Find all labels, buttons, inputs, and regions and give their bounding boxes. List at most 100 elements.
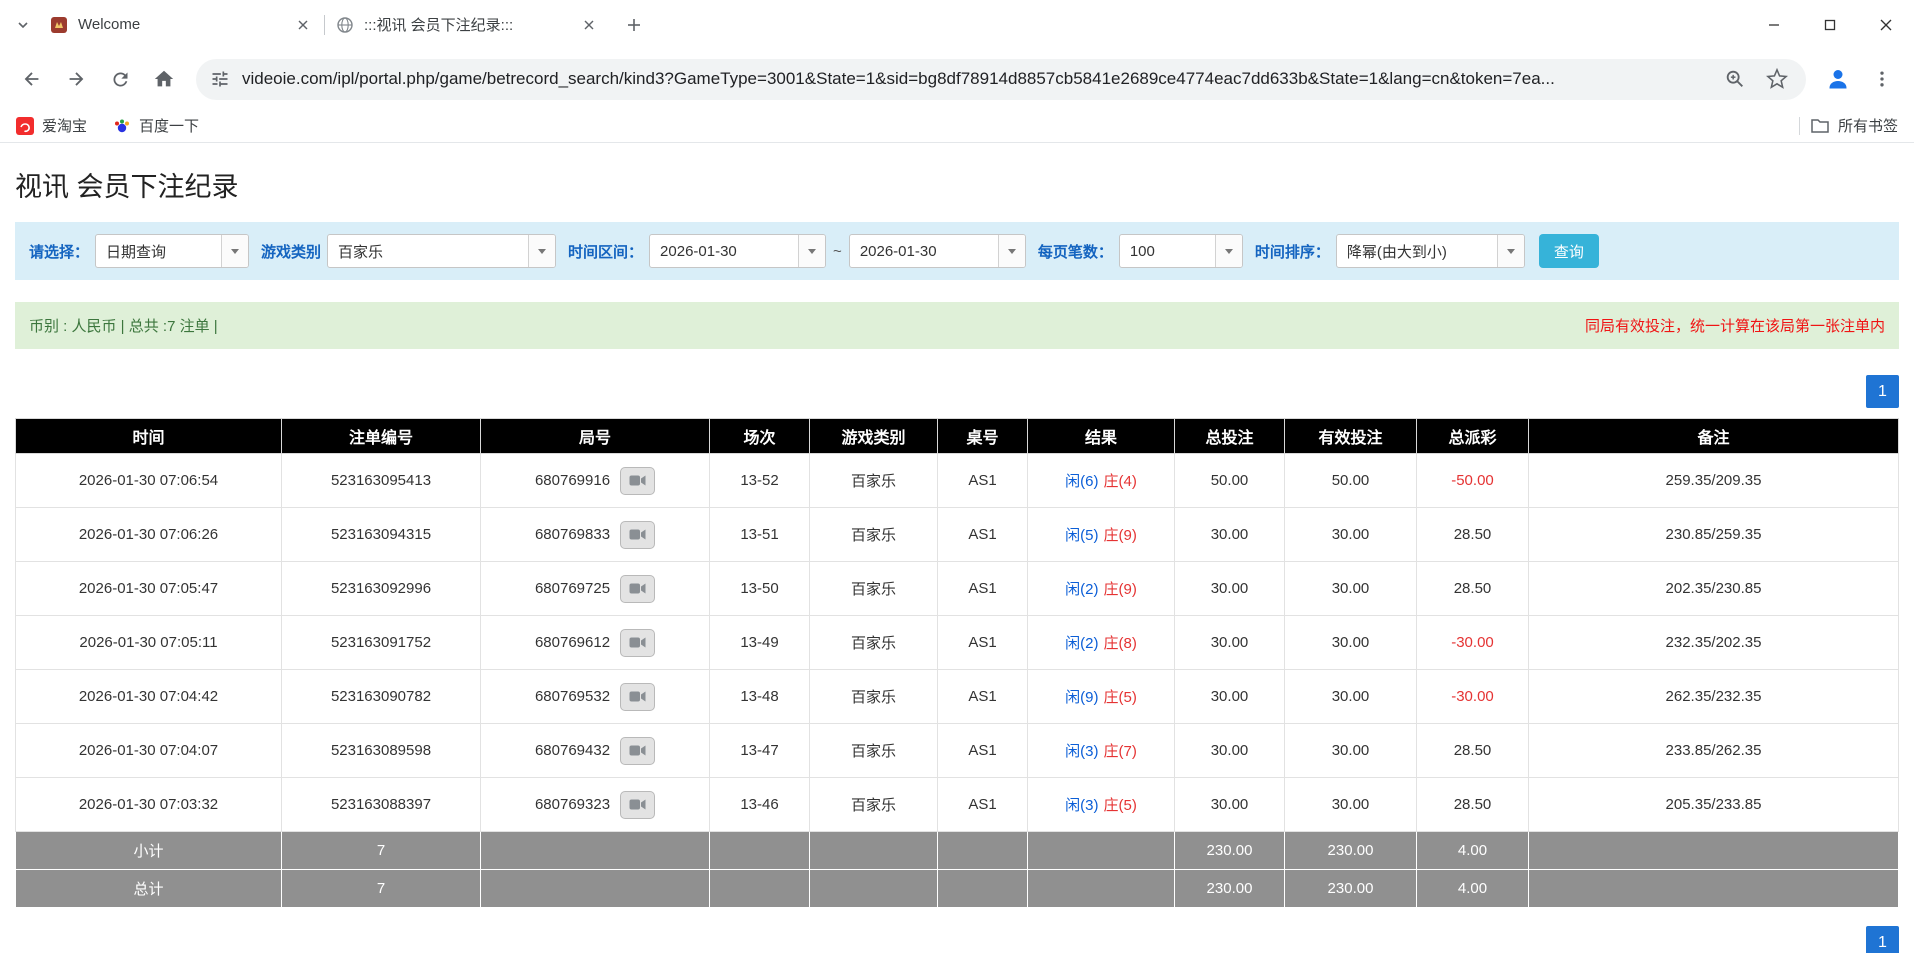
grand-total-row: 总计 7 230.00 230.00 4.00 (16, 870, 1899, 908)
cell-result: 闲(9)庄(5) (1028, 670, 1175, 724)
video-camera-icon (629, 474, 646, 487)
address-bar[interactable]: videoie.com/ipl/portal.php/game/betrecor… (196, 59, 1806, 100)
page-size-combobox[interactable] (1119, 234, 1243, 268)
combo-arrow-icon[interactable] (798, 235, 825, 267)
all-bookmarks-button[interactable]: 所有书签 (1799, 115, 1898, 136)
page-size-input[interactable] (1120, 235, 1215, 267)
date-to-combobox[interactable] (849, 234, 1026, 268)
arrow-forward-icon (65, 68, 87, 90)
cell-remark: 230.85/259.35 (1529, 508, 1899, 562)
combo-arrow-icon[interactable] (1497, 235, 1524, 267)
profile-avatar-icon (1826, 67, 1850, 91)
result-player: 闲(6) (1065, 473, 1098, 490)
combo-arrow-icon[interactable] (998, 235, 1025, 267)
refresh-button[interactable] (100, 59, 140, 99)
maximize-button[interactable] (1802, 0, 1858, 49)
game-type-input[interactable] (328, 235, 528, 267)
zoom-icon[interactable] (1720, 64, 1750, 94)
new-tab-button[interactable] (618, 9, 650, 41)
video-replay-button[interactable] (620, 467, 655, 495)
game-type-combobox[interactable] (327, 234, 556, 268)
result-player: 闲(3) (1065, 743, 1098, 760)
round-id-text: 680769916 (535, 472, 610, 489)
header-game-type: 游戏类别 (810, 419, 938, 454)
round-id-text: 680769833 (535, 526, 610, 543)
all-bookmarks-label: 所有书签 (1838, 115, 1898, 136)
cell-total-bet-link[interactable]: 30.00 (1175, 778, 1285, 832)
sort-order-input[interactable] (1337, 235, 1497, 267)
cell-total-bet-link[interactable]: 30.00 (1175, 508, 1285, 562)
search-button[interactable]: 查询 (1539, 234, 1599, 268)
cell-payout: -30.00 (1417, 670, 1529, 724)
video-replay-button[interactable] (620, 629, 655, 657)
menu-button[interactable] (1862, 59, 1902, 99)
site-info-icon[interactable] (210, 69, 230, 89)
date-to-input[interactable] (850, 235, 998, 267)
round-id-text: 680769725 (535, 580, 610, 597)
close-window-button[interactable] (1858, 0, 1914, 49)
cell-remark: 205.35/233.85 (1529, 778, 1899, 832)
video-replay-button[interactable] (620, 521, 655, 549)
query-type-input[interactable] (96, 235, 221, 267)
page-1-button[interactable]: 1 (1866, 926, 1899, 953)
subtotal-valid-bet: 230.00 (1285, 832, 1417, 870)
cell-table-no: AS1 (938, 616, 1028, 670)
video-replay-button[interactable] (620, 683, 655, 711)
cell-total-bet-link[interactable]: 50.00 (1175, 454, 1285, 508)
back-button[interactable] (12, 59, 52, 99)
cell-game-type: 百家乐 (810, 724, 938, 778)
cell-time: 2026-01-30 07:05:47 (16, 562, 282, 616)
sort-order-combobox[interactable] (1336, 234, 1525, 268)
video-replay-button[interactable] (620, 791, 655, 819)
bookmark-star-icon[interactable] (1762, 64, 1792, 94)
folder-icon (1810, 117, 1830, 135)
subtotal-label: 小计 (16, 832, 282, 870)
video-replay-button[interactable] (620, 737, 655, 765)
result-banker: 庄(7) (1104, 743, 1137, 760)
total-empty-cell (710, 870, 810, 908)
video-replay-button[interactable] (620, 575, 655, 603)
range-separator: ~ (833, 243, 842, 260)
cell-bet-id: 523163091752 (282, 616, 481, 670)
cell-session: 13-49 (710, 616, 810, 670)
cell-result: 闲(3)庄(5) (1028, 778, 1175, 832)
cell-bet-id: 523163094315 (282, 508, 481, 562)
cell-total-bet-link[interactable]: 30.00 (1175, 670, 1285, 724)
subtotal-row: 小计 7 230.00 230.00 4.00 (16, 832, 1899, 870)
url-text[interactable]: videoie.com/ipl/portal.php/game/betrecor… (242, 69, 1708, 89)
cell-result: 闲(5)庄(9) (1028, 508, 1175, 562)
combo-arrow-icon[interactable] (528, 235, 555, 267)
combo-arrow-icon[interactable] (221, 235, 248, 267)
cell-result: 闲(6)庄(4) (1028, 454, 1175, 508)
valid-bet-notice-text: 同局有效投注，统一计算在该局第一张注单内 (1585, 315, 1885, 336)
cell-valid-bet: 30.00 (1285, 616, 1417, 670)
forward-button[interactable] (56, 59, 96, 99)
page-1-button[interactable]: 1 (1866, 375, 1899, 408)
cell-total-bet-link[interactable]: 30.00 (1175, 724, 1285, 778)
cell-time: 2026-01-30 07:03:32 (16, 778, 282, 832)
cell-valid-bet: 30.00 (1285, 670, 1417, 724)
cell-round-id: 680769612 (481, 616, 710, 670)
combo-arrow-icon[interactable] (1215, 235, 1242, 267)
minimize-button[interactable] (1746, 0, 1802, 49)
tab-close-icon[interactable] (292, 14, 314, 36)
bookmark-label: 爱淘宝 (42, 115, 87, 136)
header-payout: 总派彩 (1417, 419, 1529, 454)
cell-valid-bet: 30.00 (1285, 508, 1417, 562)
cell-total-bet-link[interactable]: 30.00 (1175, 616, 1285, 670)
result-banker: 庄(9) (1104, 581, 1137, 598)
page-title: 视讯 会员下注纪录 (15, 165, 1899, 204)
cell-total-bet-link[interactable]: 30.00 (1175, 562, 1285, 616)
date-from-input[interactable] (650, 235, 798, 267)
tab-search-button[interactable] (8, 10, 38, 40)
date-from-combobox[interactable] (649, 234, 826, 268)
home-button[interactable] (144, 59, 184, 99)
bookmark-aitaobao[interactable]: 爱淘宝 (16, 115, 87, 136)
browser-tab-welcome[interactable]: Welcome (38, 4, 324, 46)
cell-game-type: 百家乐 (810, 562, 938, 616)
browser-tab-betrecord[interactable]: :::视讯 会员下注纪录::: (324, 4, 610, 46)
query-type-combobox[interactable] (95, 234, 249, 268)
tab-close-icon[interactable] (578, 14, 600, 36)
profile-button[interactable] (1818, 59, 1858, 99)
bookmark-baidu[interactable]: 百度一下 (113, 115, 199, 136)
